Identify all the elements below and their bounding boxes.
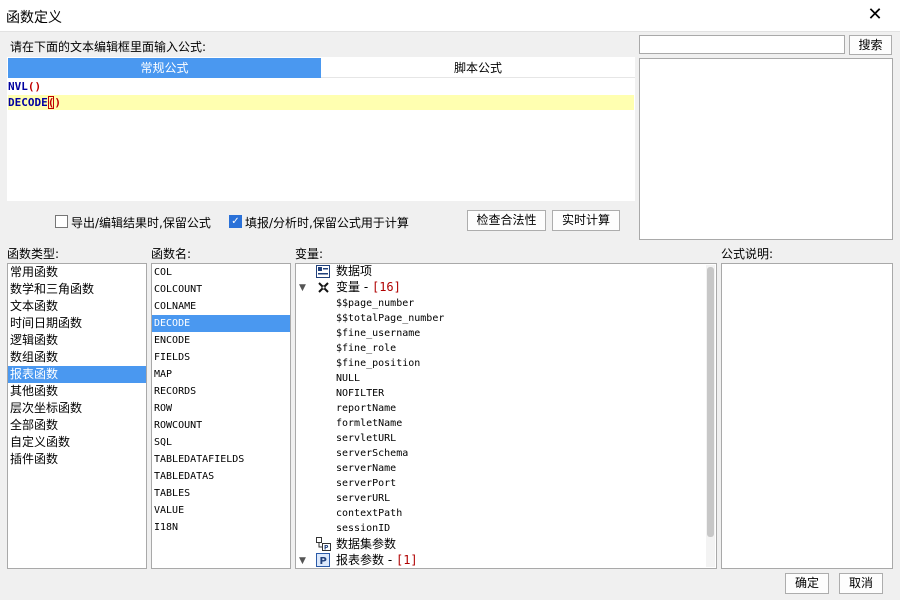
list-item[interactable]: 常用函数 bbox=[8, 264, 146, 281]
variable-item[interactable]: $fine_role bbox=[336, 341, 396, 356]
variable-item[interactable]: servletURL bbox=[336, 431, 396, 446]
code-line-1[interactable]: NVL() bbox=[8, 79, 634, 94]
list-item[interactable]: 层次坐标函数 bbox=[8, 400, 146, 417]
editor-instruction: 请在下面的文本编辑框里面输入公式: bbox=[10, 40, 207, 54]
export-keep-formula-label: 导出/编辑结果时,保留公式 bbox=[71, 216, 211, 230]
function-names-header: 函数名: bbox=[151, 247, 192, 261]
code-keyword-decode: DECODE bbox=[8, 96, 48, 109]
list-item[interactable]: COL bbox=[152, 264, 290, 281]
list-item[interactable]: SQL bbox=[152, 434, 290, 451]
list-item[interactable]: 其他函数 bbox=[8, 383, 146, 400]
variables-header: 变量: bbox=[295, 247, 324, 261]
title-bar bbox=[0, 0, 900, 32]
list-item[interactable]: TABLES bbox=[152, 485, 290, 502]
list-item[interactable]: TABLEDATAS bbox=[152, 468, 290, 485]
list-item[interactable]: 数组函数 bbox=[8, 349, 146, 366]
tree-node-dataset-params[interactable]: 数据集参数 bbox=[336, 537, 396, 552]
search-input[interactable] bbox=[639, 35, 845, 54]
search-result-box[interactable] bbox=[639, 58, 893, 240]
variable-item[interactable]: sessionID bbox=[336, 521, 390, 536]
variable-item[interactable]: $$totalPage_number bbox=[336, 311, 444, 326]
list-item[interactable]: 全部函数 bbox=[8, 417, 146, 434]
ok-button[interactable]: 确定 bbox=[785, 573, 829, 594]
variable-item[interactable]: serverURL bbox=[336, 491, 390, 506]
variable-item[interactable]: $fine_position bbox=[336, 356, 420, 371]
chevron-down-icon[interactable]: ▼ bbox=[299, 283, 306, 293]
list-item[interactable]: 时间日期函数 bbox=[8, 315, 146, 332]
variable-item[interactable]: serverSchema bbox=[336, 446, 408, 461]
tree-node-report-params-sep: - bbox=[384, 553, 396, 567]
tree-node-variables-sep: - bbox=[360, 280, 372, 294]
list-item[interactable]: COLCOUNT bbox=[152, 281, 290, 298]
tab-regular-formula[interactable]: 常规公式 bbox=[8, 58, 321, 78]
variable-item[interactable]: NOFILTER bbox=[336, 386, 384, 401]
export-keep-formula-checkbox[interactable] bbox=[55, 215, 68, 228]
check-validity-button[interactable]: 检查合法性 bbox=[467, 210, 546, 231]
list-item-selected[interactable]: DECODE bbox=[152, 315, 290, 332]
code-keyword-nvl: NVL bbox=[8, 80, 28, 93]
formula-description-box bbox=[721, 263, 893, 569]
tree-node-report-params-count: [1] bbox=[395, 553, 418, 567]
variable-item[interactable]: $fine_username bbox=[336, 326, 420, 341]
list-item[interactable]: I18N bbox=[152, 519, 290, 536]
list-item[interactable]: RECORDS bbox=[152, 383, 290, 400]
variable-item[interactable]: contextPath bbox=[336, 506, 402, 521]
list-item[interactable]: COLNAME bbox=[152, 298, 290, 315]
variable-item[interactable]: NULL bbox=[336, 371, 360, 386]
list-item[interactable]: 逻辑函数 bbox=[8, 332, 146, 349]
list-item[interactable]: ENCODE bbox=[152, 332, 290, 349]
fill-keep-formula-checkbox[interactable]: ✓ bbox=[229, 215, 242, 228]
tree-node-report-params-label: 报表参数 bbox=[336, 553, 385, 567]
list-item[interactable]: FIELDS bbox=[152, 349, 290, 366]
svg-text:P: P bbox=[320, 556, 327, 567]
description-header: 公式说明: bbox=[721, 247, 774, 261]
svg-text:P: P bbox=[324, 545, 329, 552]
realtime-calc-button[interactable]: 实时计算 bbox=[552, 210, 620, 231]
list-item[interactable]: 文本函数 bbox=[8, 298, 146, 315]
list-item[interactable]: ROW bbox=[152, 400, 290, 417]
variable-item[interactable]: $$page_number bbox=[336, 296, 414, 311]
list-item[interactable]: TABLEDATAFIELDS bbox=[152, 451, 290, 468]
code-parens-nvl: () bbox=[27, 80, 42, 93]
close-icon[interactable]: ✕ bbox=[864, 4, 886, 26]
tab-script-formula[interactable]: 脚本公式 bbox=[321, 58, 635, 78]
variable-item[interactable]: serverPort bbox=[336, 476, 396, 491]
tree-node-variables[interactable]: 变量 - [16] bbox=[336, 280, 401, 295]
list-item[interactable]: 插件函数 bbox=[8, 451, 146, 468]
variable-item[interactable]: serverName bbox=[336, 461, 396, 476]
editor-tabs: 常规公式 脚本公式 bbox=[8, 58, 635, 78]
function-names-list: COL COLCOUNT COLNAME DECODE ENCODE FIELD… bbox=[151, 263, 291, 569]
list-item[interactable]: MAP bbox=[152, 366, 290, 383]
list-item-selected[interactable]: 报表函数 bbox=[8, 366, 146, 383]
tree-node-variables-count: [16] bbox=[371, 280, 401, 294]
list-item[interactable]: ROWCOUNT bbox=[152, 417, 290, 434]
list-item[interactable]: 数学和三角函数 bbox=[8, 281, 146, 298]
search-button[interactable]: 搜索 bbox=[849, 35, 892, 55]
variables-scrollbar-thumb[interactable] bbox=[707, 267, 714, 537]
variable-item[interactable]: formletName bbox=[336, 416, 402, 431]
chevron-down-icon[interactable]: ▼ bbox=[299, 556, 306, 566]
function-icon bbox=[317, 281, 330, 294]
cancel-button[interactable]: 取消 bbox=[839, 573, 883, 594]
tree-node-data-items[interactable]: 数据项 bbox=[336, 264, 372, 279]
code-close-paren: ) bbox=[54, 96, 61, 109]
function-types-list: 常用函数 数学和三角函数 文本函数 时间日期函数 逻辑函数 数组函数 报表函数 … bbox=[7, 263, 147, 569]
param-p-icon: P bbox=[316, 553, 330, 567]
dataset-icon: P bbox=[316, 537, 331, 552]
list-item[interactable]: 自定义函数 bbox=[8, 434, 146, 451]
tree-node-variables-label: 变量 bbox=[336, 280, 361, 294]
fill-keep-formula-label: 填报/分析时,保留公式用于计算 bbox=[245, 216, 409, 230]
window-title: 函数定义 bbox=[6, 10, 62, 26]
variable-item[interactable]: reportName bbox=[336, 401, 396, 416]
function-types-header: 函数类型: bbox=[7, 247, 60, 261]
list-item[interactable]: VALUE bbox=[152, 502, 290, 519]
tree-node-report-params[interactable]: 报表参数 - [1] bbox=[336, 553, 418, 568]
list-icon bbox=[316, 265, 330, 278]
code-line-2[interactable]: DECODE() bbox=[8, 95, 634, 110]
